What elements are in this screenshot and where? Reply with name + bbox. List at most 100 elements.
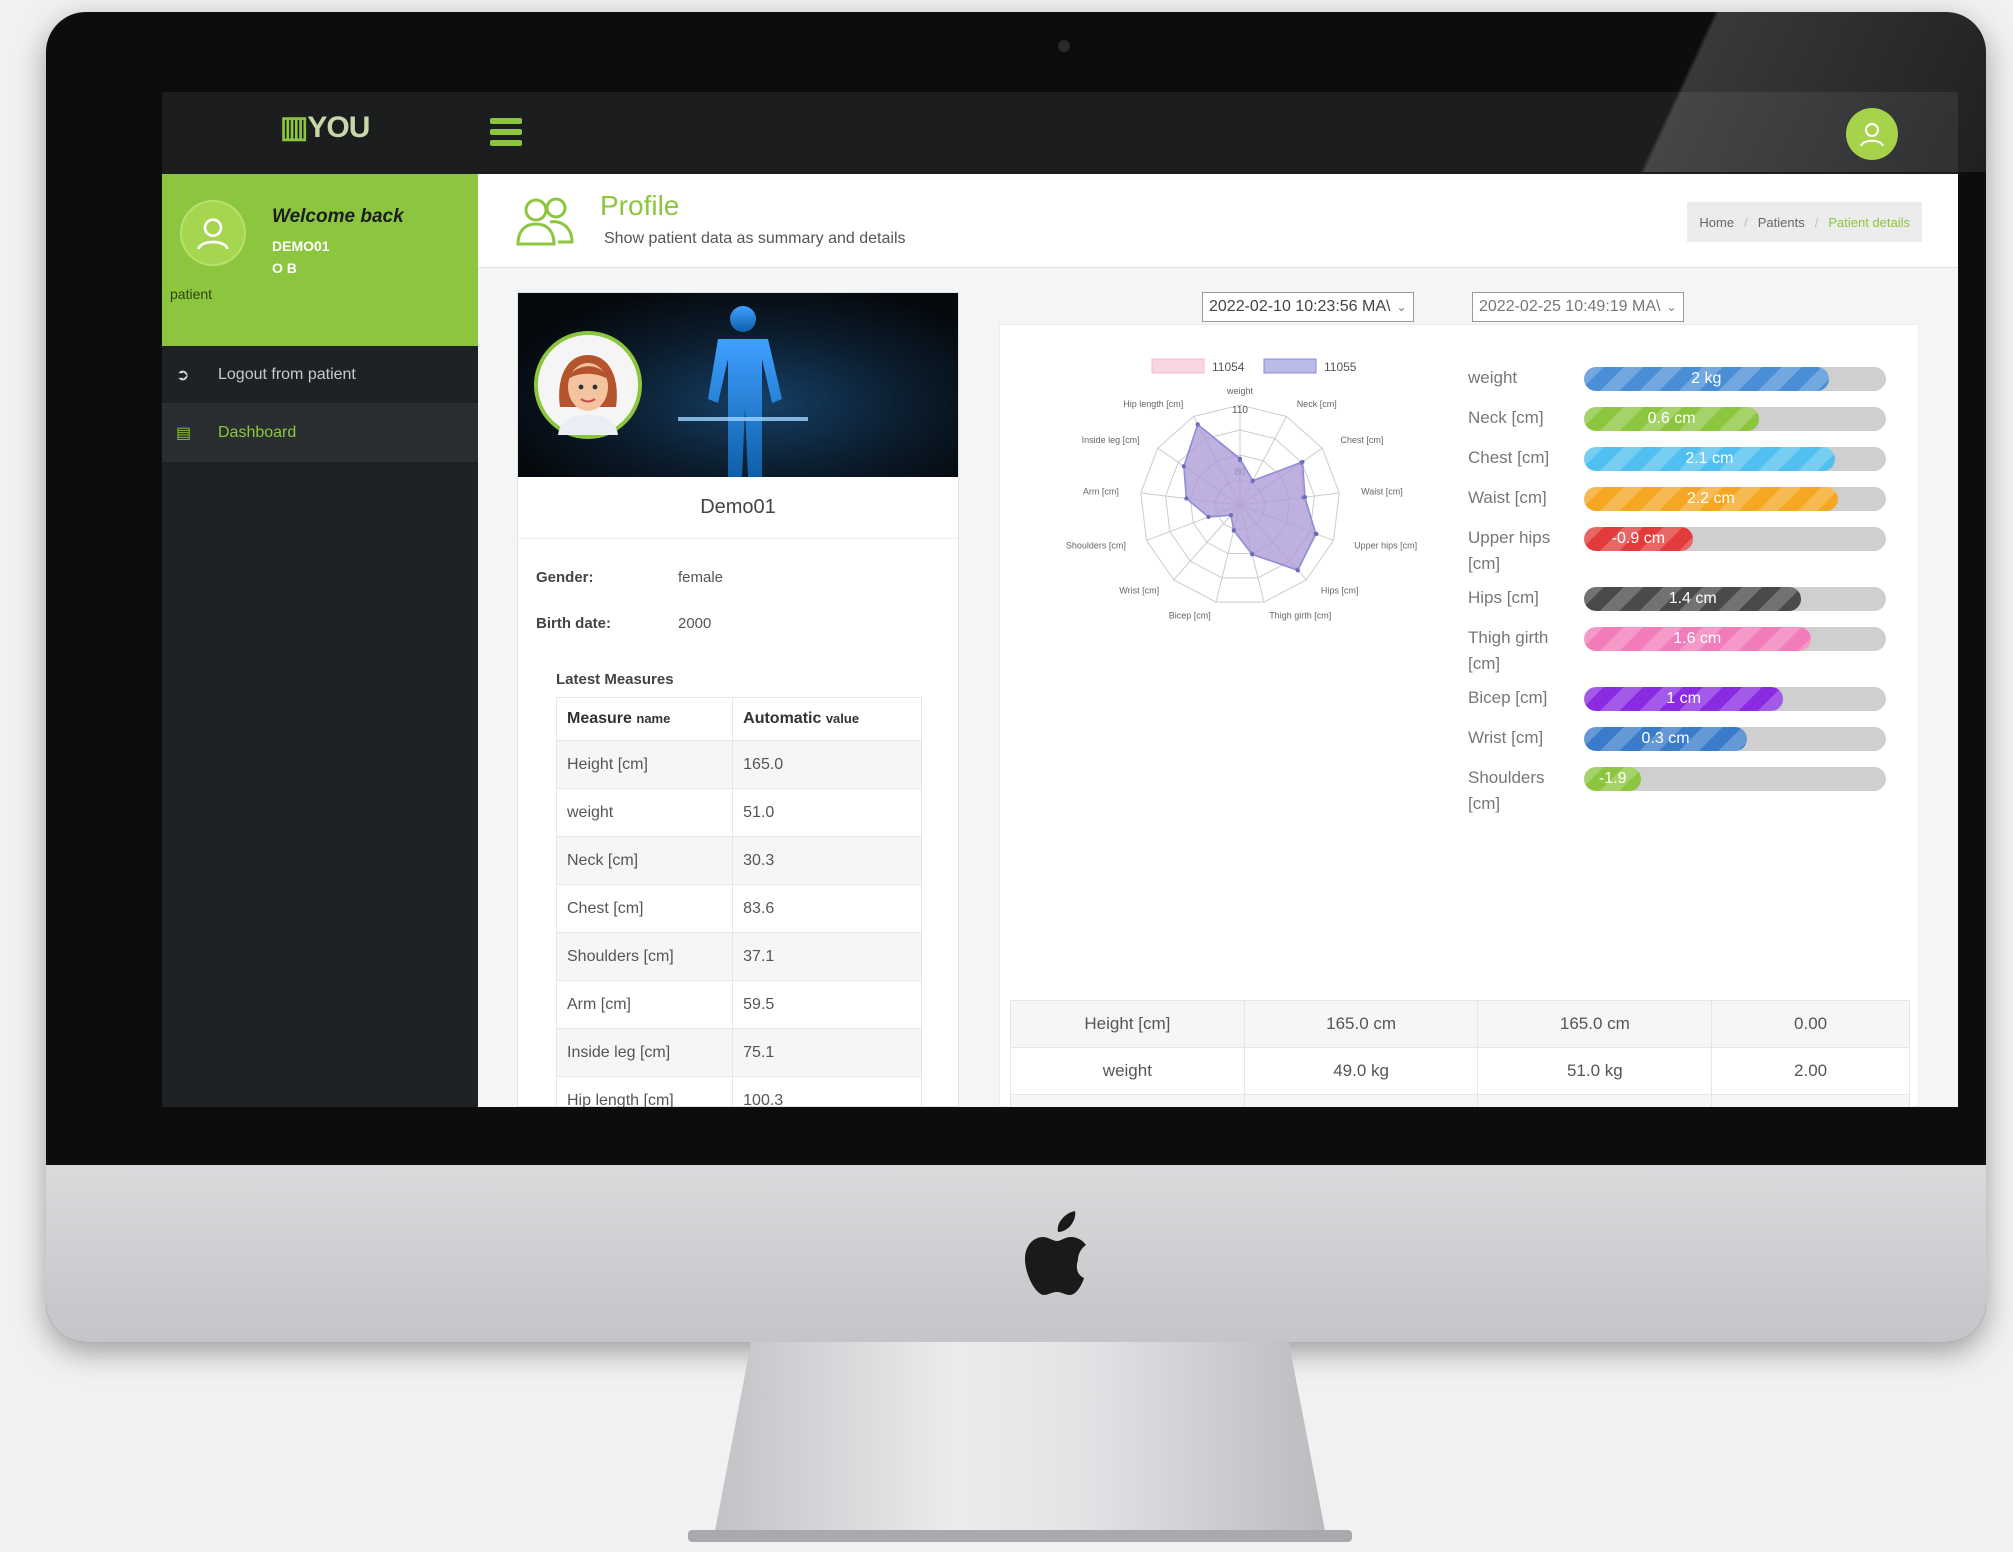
diff-bar-label: weight xyxy=(1468,368,1518,387)
compare-cell-text: 49.0 kg xyxy=(1333,1061,1389,1080)
radar-point xyxy=(1250,478,1255,483)
table-row: Height [cm] 165.0 cm 165.0 cm 0.00 xyxy=(1010,1000,1910,1048)
compare-cell-text: 2.00 xyxy=(1794,1061,1828,1080)
radar-legend-label: 11054 xyxy=(1212,360,1245,374)
diff-bar-fill: 0.6 cm xyxy=(1584,407,1760,431)
clipboard-icon: ▤ xyxy=(176,424,192,442)
compare-cell-diff: 2.00 xyxy=(1711,1047,1910,1095)
measure-name-cell: Chest [cm] xyxy=(555,884,734,933)
measure-name-cell: Inside leg [cm] xyxy=(555,1028,734,1077)
diff-bar-label: Wrist [cm] xyxy=(1468,728,1544,747)
radar-point xyxy=(1231,528,1236,533)
compare-cell-name: iNeck [cm] xyxy=(1010,1094,1245,1107)
page-header: Profile Show patient data as summary and… xyxy=(478,174,1958,268)
diff-bar-fill: 0.3 cm xyxy=(1584,727,1748,751)
table-row: Arm [cm] 59.5 xyxy=(555,980,922,1029)
col-automatic-value[interactable]: Automatic value xyxy=(732,697,922,741)
logo-figure-icon: ▥ xyxy=(280,111,308,144)
table-row: Shoulders [cm] 37.1 xyxy=(555,932,922,981)
sidebar: Welcome back DEMO01 O B patient ➲ Logout… xyxy=(162,174,478,1107)
radar-axis-label: Neck [cm] xyxy=(1297,399,1337,409)
radar-axis-label: Wrist [cm] xyxy=(1119,585,1159,595)
radar-point xyxy=(1295,568,1300,573)
compare-cell-a: 29.7 cm xyxy=(1243,1094,1479,1107)
page-subtitle: Show patient data as summary and details xyxy=(604,230,906,247)
radar-axis-label: Inside leg [cm] xyxy=(1082,435,1140,445)
diff-bar-track: 1.4 cm xyxy=(1584,587,1886,611)
diff-bar-track: -0.9 cm xyxy=(1584,527,1886,551)
diff-bar-label: Shoulders [cm] xyxy=(1468,768,1545,813)
diff-bar-track: 2.2 cm xyxy=(1584,487,1886,511)
radar-axis-label: Thigh girth [cm] xyxy=(1269,611,1331,621)
apple-logo-icon xyxy=(1025,1211,1086,1295)
compare-cell-a: 165.0 cm xyxy=(1243,1000,1479,1048)
menu-toggle-icon[interactable] xyxy=(490,118,522,146)
diff-bar-fill: 1.6 cm xyxy=(1584,627,1811,651)
user-initials: O B xyxy=(272,260,297,276)
birth-label: Birth date: xyxy=(536,615,611,632)
diff-bar-label: Hips [cm] xyxy=(1468,588,1539,607)
compare-cell-name: Height [cm] xyxy=(1010,1000,1245,1048)
gender-label: Gender: xyxy=(536,569,594,586)
latest-measures-title: Latest Measures xyxy=(556,671,674,688)
radar-axis-label: Hips [cm] xyxy=(1321,585,1359,595)
radar-legend-swatch xyxy=(1263,358,1317,374)
radar-axis-label: weight xyxy=(1226,386,1254,396)
birth-value: 2000 xyxy=(678,615,712,632)
sidebar-item-logout[interactable]: ➲ Logout from patient xyxy=(162,346,478,404)
welcome-text: Welcome back xyxy=(272,206,404,227)
compare-cell-text: 51.0 kg xyxy=(1566,1061,1623,1080)
birth-row: Birth date: 2000 xyxy=(536,615,711,632)
table-row: weight 49.0 kg 51.0 kg 2.00 xyxy=(1010,1047,1910,1095)
date-from-select[interactable]: 2022-02-10 10:23:56 MA\ ⌄ xyxy=(1202,292,1414,322)
imac-stand-foot xyxy=(688,1530,1352,1542)
compare-cell-diff: 0.00 xyxy=(1711,1000,1910,1048)
sidebar-item-dashboard[interactable]: ▤ Dashboard xyxy=(162,404,478,462)
radar-chart: weight Neck [cm] Chest [cm] Waist [cm] Upper… xyxy=(1066,358,1417,621)
compare-cell-text: Height [cm] xyxy=(1084,1014,1171,1033)
table-row: Inside leg [cm] 75.1 xyxy=(555,1028,922,1077)
measure-name-cell: Arm [cm] xyxy=(555,980,734,1029)
page-title: Profile xyxy=(600,190,680,221)
diff-bar-track: -1.9 xyxy=(1584,767,1886,791)
diff-bar-label: Neck [cm] xyxy=(1468,408,1544,427)
chevron-down-icon: ⌄ xyxy=(1666,300,1677,314)
col-measure-name[interactable]: Measure name xyxy=(555,697,734,741)
diff-bar-label: Waist [cm] xyxy=(1468,488,1547,507)
latest-measures-table: Measure name Automatic value Height [cm]… xyxy=(555,697,922,1107)
radar-point xyxy=(1184,496,1189,501)
app-logo[interactable]: ▥YOU xyxy=(280,110,370,156)
logo-text: YOU xyxy=(307,111,370,144)
user-avatar-icon[interactable] xyxy=(1846,108,1898,160)
profile-hero xyxy=(518,293,958,477)
compare-cell-text: 0.00 xyxy=(1794,1014,1828,1033)
table-row: Chest [cm] 83.6 xyxy=(555,884,922,933)
measure-value-cell: 30.3 xyxy=(732,836,922,885)
date-from-value: 2022-02-10 10:23:56 MA\ xyxy=(1209,298,1391,315)
radar-axis-label: Chest [cm] xyxy=(1340,435,1383,445)
radar-axis-label: Arm [cm] xyxy=(1083,486,1119,496)
radar-point xyxy=(1250,552,1255,557)
date-to-select[interactable]: 2022-02-25 10:49:19 MA\ ⌄ xyxy=(1472,292,1684,322)
user-role: patient xyxy=(170,286,213,302)
breadcrumb-patients[interactable]: Patients xyxy=(1758,215,1805,230)
measure-name-cell: weight xyxy=(555,788,734,837)
breadcrumb-home[interactable]: Home xyxy=(1699,215,1734,230)
patient-photo xyxy=(534,331,642,439)
camera-dot xyxy=(1058,40,1070,52)
sidebar-item-label: Logout from patient xyxy=(218,365,356,383)
measure-name-cell: Neck [cm] xyxy=(555,836,734,885)
compare-cell-diff: 0.60 xyxy=(1711,1094,1910,1107)
table-row: Neck [cm] 30.3 xyxy=(555,836,922,885)
comparison-panel: weight Neck [cm] Chest [cm] Waist [cm] Upper… xyxy=(999,324,1919,1107)
measure-name-cell: Hip length [cm] xyxy=(555,1076,734,1107)
radar-point xyxy=(1313,531,1318,536)
diff-bar-track: 2 kg xyxy=(1584,367,1886,391)
compare-cell-b: 30.3 cm xyxy=(1477,1094,1713,1107)
radar-tick-label: 110 xyxy=(1232,405,1248,416)
measure-value-cell: 37.1 xyxy=(732,932,922,981)
compare-cell-text: 165.0 cm xyxy=(1326,1014,1397,1033)
diff-bar-track: 2.1 cm xyxy=(1584,447,1886,471)
radar-point xyxy=(1195,422,1200,427)
compare-cell-text: weight xyxy=(1102,1061,1152,1080)
